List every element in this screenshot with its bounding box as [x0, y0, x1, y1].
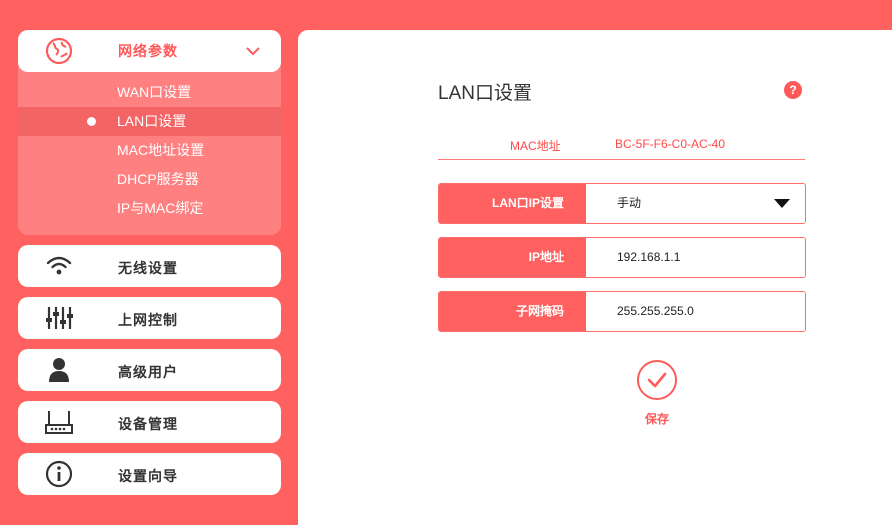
nav-item-setup-wizard[interactable]: 设置向导 [18, 453, 281, 495]
help-icon[interactable]: ? [784, 81, 802, 99]
mac-address-row: MAC地址 BC-5F-F6-C0-AC-40 [438, 128, 805, 160]
subnet-mask-label: 子网掩码 [439, 292, 586, 331]
globe-icon [45, 37, 73, 65]
subnet-mask-field: 子网掩码 255.255.255.0 [438, 291, 806, 332]
nav-item-wireless[interactable]: 无线设置 [18, 245, 281, 287]
nav-label: 高级用户 [118, 364, 178, 380]
network-params-group: 网络参数 WAN口设置 LAN口设置 MAC地址设置 DHCP服务器 IP与MA… [18, 30, 281, 235]
chevron-down-icon [245, 44, 261, 62]
lan-ip-mode-select[interactable]: 手动 [586, 184, 805, 223]
sliders-icon [44, 305, 74, 331]
subnet-mask-input[interactable]: 255.255.255.0 [586, 292, 805, 331]
content-panel: LAN口设置 ? MAC地址 BC-5F-F6-C0-AC-40 LAN口IP设… [298, 30, 892, 525]
nav-label: 设备管理 [118, 416, 178, 432]
submenu-label: DHCP服务器 [117, 171, 199, 187]
save-label[interactable]: 保存 [637, 410, 677, 427]
mac-address-value: BC-5F-F6-C0-AC-40 [615, 137, 726, 151]
lan-ip-mode-field: LAN口IP设置 手动 [438, 183, 806, 224]
ip-address-field: IP地址 192.168.1.1 [438, 237, 806, 278]
checkmark-icon [647, 372, 667, 388]
lan-ip-mode-value: 手动 [617, 196, 642, 210]
submenu-item-ip-mac-bind[interactable]: IP与MAC绑定 [18, 194, 281, 223]
submenu-item-wan[interactable]: WAN口设置 [18, 78, 281, 107]
nav-item-access-control[interactable]: 上网控制 [18, 297, 281, 339]
submenu-label: MAC地址设置 [117, 142, 205, 158]
submenu-label: IP与MAC绑定 [117, 200, 204, 216]
network-submenu: WAN口设置 LAN口设置 MAC地址设置 DHCP服务器 IP与MAC绑定 [18, 72, 281, 235]
nav-label: 无线设置 [118, 260, 178, 276]
submenu-item-dhcp[interactable]: DHCP服务器 [18, 165, 281, 194]
mac-address-label: MAC地址 [510, 139, 561, 153]
network-params-menu[interactable]: 网络参数 [18, 30, 281, 72]
save-button[interactable] [637, 360, 677, 400]
sidebar: 网络参数 WAN口设置 LAN口设置 MAC地址设置 DHCP服务器 IP与MA… [18, 30, 281, 505]
submenu-item-mac[interactable]: MAC地址设置 [18, 136, 281, 165]
lan-ip-mode-label: LAN口IP设置 [439, 184, 586, 223]
nav-item-device-management[interactable]: 设备管理 [18, 401, 281, 443]
page-title: LAN口设置 [438, 83, 532, 104]
submenu-label: LAN口设置 [117, 113, 187, 129]
submenu-label: WAN口设置 [117, 84, 192, 100]
router-icon [44, 409, 74, 435]
info-icon [44, 460, 74, 488]
dropdown-caret-icon [774, 199, 790, 208]
nav-label: 上网控制 [118, 312, 178, 328]
nav-label: 设置向导 [118, 468, 178, 484]
ip-address-label: IP地址 [439, 238, 586, 277]
selected-dot-icon [87, 117, 96, 126]
nav-item-advanced-user[interactable]: 高级用户 [18, 349, 281, 391]
wifi-icon [44, 253, 74, 279]
ip-address-input[interactable]: 192.168.1.1 [586, 238, 805, 277]
network-params-label: 网络参数 [118, 43, 178, 59]
user-icon [44, 357, 74, 383]
submenu-item-lan[interactable]: LAN口设置 [18, 107, 281, 136]
